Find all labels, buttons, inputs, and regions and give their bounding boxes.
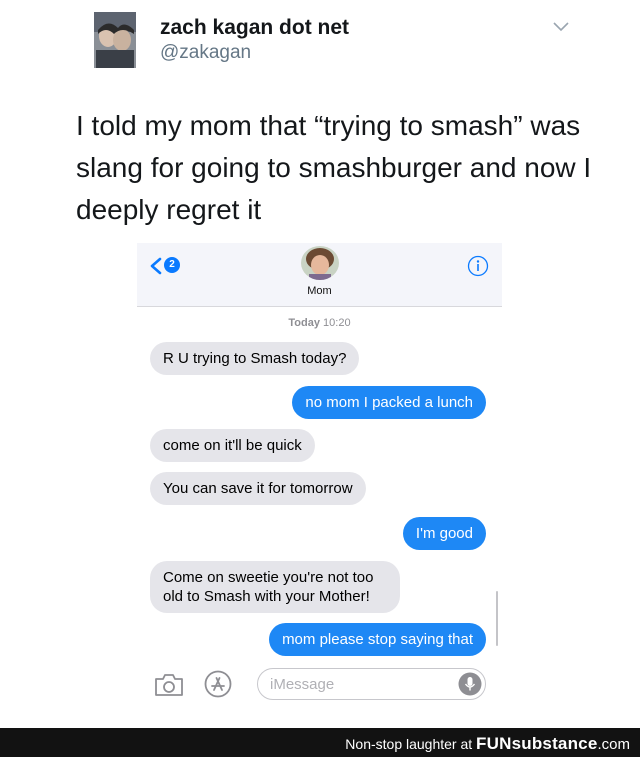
footer-tld: .com [597, 736, 630, 753]
message-bubble-incoming[interactable]: R U trying to Smash today? [150, 342, 360, 375]
microphone-icon[interactable] [458, 672, 482, 696]
imessage-placeholder: iMessage [270, 676, 335, 693]
message-bubble-incoming[interactable]: come on it'll be quick [150, 429, 315, 462]
message-bubble-outgoing[interactable]: mom please stop saying that [269, 623, 486, 656]
footer-brand: FUNsubstance [476, 734, 598, 753]
imessage-input[interactable]: iMessage [257, 668, 486, 700]
author-handle[interactable]: @zakagan [160, 41, 349, 65]
contact-avatar[interactable] [301, 246, 339, 280]
unread-badge[interactable]: 2 [164, 257, 180, 273]
back-chevron-icon[interactable] [149, 257, 163, 275]
timestamp-day: Today [288, 317, 320, 329]
info-icon[interactable] [467, 255, 489, 277]
author-name[interactable]: zach kagan dot net [160, 15, 349, 41]
app-store-icon[interactable] [204, 670, 232, 698]
message-timestamp: Today 10:20 [137, 317, 502, 329]
message-bubble-outgoing[interactable]: I'm good [402, 517, 486, 550]
message-bubble-outgoing[interactable]: no mom I packed a lunch [292, 386, 486, 419]
imessage-screenshot: 2 Mom Today 10:20 R U trying to Smash to… [137, 243, 502, 706]
chevron-down-icon[interactable] [552, 20, 570, 32]
footer-text: Non-stop laughter at [345, 736, 473, 752]
author-avatar[interactable] [94, 12, 136, 68]
tweet-text: I told my mom that “trying to smash” was… [76, 110, 592, 225]
tweet-author[interactable]: zach kagan dot net @zakagan [160, 15, 349, 65]
contact-name[interactable]: Mom [137, 285, 502, 297]
message-bubble-incoming[interactable]: You can save it for tomorrow [150, 472, 366, 505]
timestamp-time: 10:20 [323, 317, 351, 329]
footer-bar: Non-stop laughter at FUNsubstance.com [0, 728, 640, 757]
camera-icon[interactable] [153, 672, 185, 698]
message-bubble-incoming[interactable]: Come on sweetie you're not too old to Sm… [150, 561, 400, 613]
scroll-indicator[interactable] [496, 591, 498, 646]
conversation-header: 2 Mom [137, 243, 502, 307]
footer-caption[interactable]: Non-stop laughter at FUNsubstance.com [345, 734, 630, 754]
compose-bar: iMessage [137, 663, 502, 706]
